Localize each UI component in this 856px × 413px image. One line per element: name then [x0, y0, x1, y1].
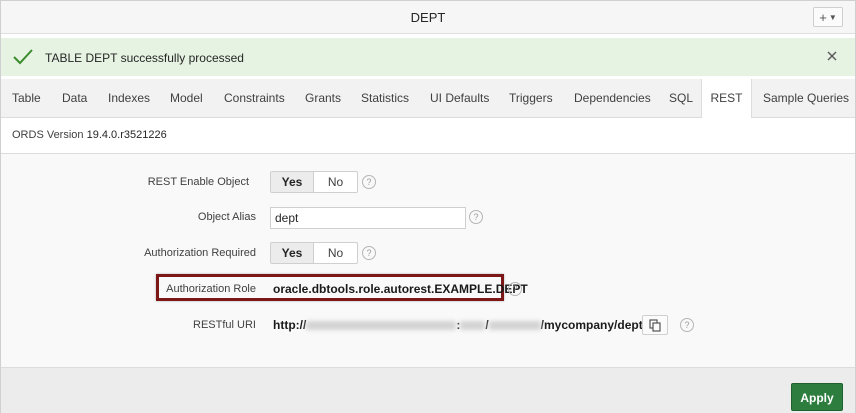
- rest-enable-label: REST Enable Object: [147, 176, 249, 188]
- auth-required-no[interactable]: No: [314, 243, 357, 263]
- chevron-down-icon: ▼: [828, 12, 837, 22]
- redacted-host: [306, 321, 457, 331]
- title-bar: DEPT + ▼: [1, 1, 855, 34]
- uri-suffix: /mycompany/dept/: [540, 318, 647, 332]
- apply-button[interactable]: Apply: [791, 383, 843, 411]
- copy-icon: [649, 319, 661, 332]
- tab-constraints[interactable]: Constraints: [224, 79, 285, 118]
- help-icon[interactable]: ?: [508, 282, 522, 296]
- auth-role-value: oracle.dbtools.role.autorest.EXAMPLE.DEP…: [273, 282, 528, 296]
- help-icon[interactable]: ?: [362, 175, 376, 189]
- success-alert: TABLE DEPT successfully processed: [1, 38, 855, 76]
- help-icon[interactable]: ?: [362, 246, 376, 260]
- tab-grants[interactable]: Grants: [305, 79, 341, 118]
- tab-data[interactable]: Data: [62, 79, 87, 118]
- copy-uri-button[interactable]: [642, 315, 668, 335]
- ords-version-bar: ORDS Version 19.4.0.r3521226: [1, 118, 855, 154]
- tab-statistics[interactable]: Statistics: [361, 79, 409, 118]
- tab-model[interactable]: Model: [170, 79, 203, 118]
- object-alias-label: Object Alias: [197, 211, 256, 223]
- tab-ui-defaults[interactable]: UI Defaults: [430, 79, 489, 118]
- help-icon[interactable]: ?: [469, 210, 483, 224]
- help-icon[interactable]: ?: [680, 318, 694, 332]
- tab-indexes[interactable]: Indexes: [108, 79, 150, 118]
- ords-version-value: 19.4.0.r3521226: [86, 129, 167, 141]
- tab-dependencies[interactable]: Dependencies: [574, 79, 651, 118]
- ords-version-label: ORDS Version: [12, 129, 84, 141]
- auth-required-label: Authorization Required: [144, 247, 256, 259]
- check-icon: [13, 49, 33, 65]
- plus-icon: +: [819, 9, 827, 25]
- dialog-window: DEPT + ▼ TABLE DEPT successfully process…: [0, 0, 856, 413]
- tab-sample-queries[interactable]: Sample Queries: [763, 79, 849, 118]
- close-icon[interactable]: [825, 49, 839, 63]
- rest-enable-yes[interactable]: Yes: [271, 172, 314, 192]
- object-alias-input[interactable]: dept: [270, 207, 466, 229]
- tab-bar: Table Data Indexes Model Constraints Gra…: [1, 79, 855, 119]
- success-message: TABLE DEPT successfully processed: [45, 51, 244, 65]
- dialog-footer: Apply: [1, 367, 855, 413]
- tab-table[interactable]: Table: [12, 79, 41, 118]
- rest-enable-toggle[interactable]: Yes No: [270, 171, 358, 193]
- rest-enable-no[interactable]: No: [314, 172, 357, 192]
- window-title: DEPT: [410, 10, 446, 25]
- auth-role-label: Authorization Role: [166, 283, 256, 295]
- tab-sql[interactable]: SQL: [669, 79, 693, 118]
- redacted-path: [488, 321, 541, 331]
- add-menu-button[interactable]: + ▼: [813, 7, 843, 27]
- auth-required-toggle[interactable]: Yes No: [270, 242, 358, 264]
- uri-prefix: http://: [273, 318, 307, 332]
- tab-triggers[interactable]: Triggers: [509, 79, 553, 118]
- redacted-port: [460, 321, 486, 331]
- auth-required-yes[interactable]: Yes: [271, 243, 314, 263]
- tab-rest[interactable]: REST: [701, 79, 752, 119]
- restful-uri-label: RESTful URI: [193, 319, 256, 331]
- restful-uri-value: http://: //mycompany/dept/: [273, 318, 646, 332]
